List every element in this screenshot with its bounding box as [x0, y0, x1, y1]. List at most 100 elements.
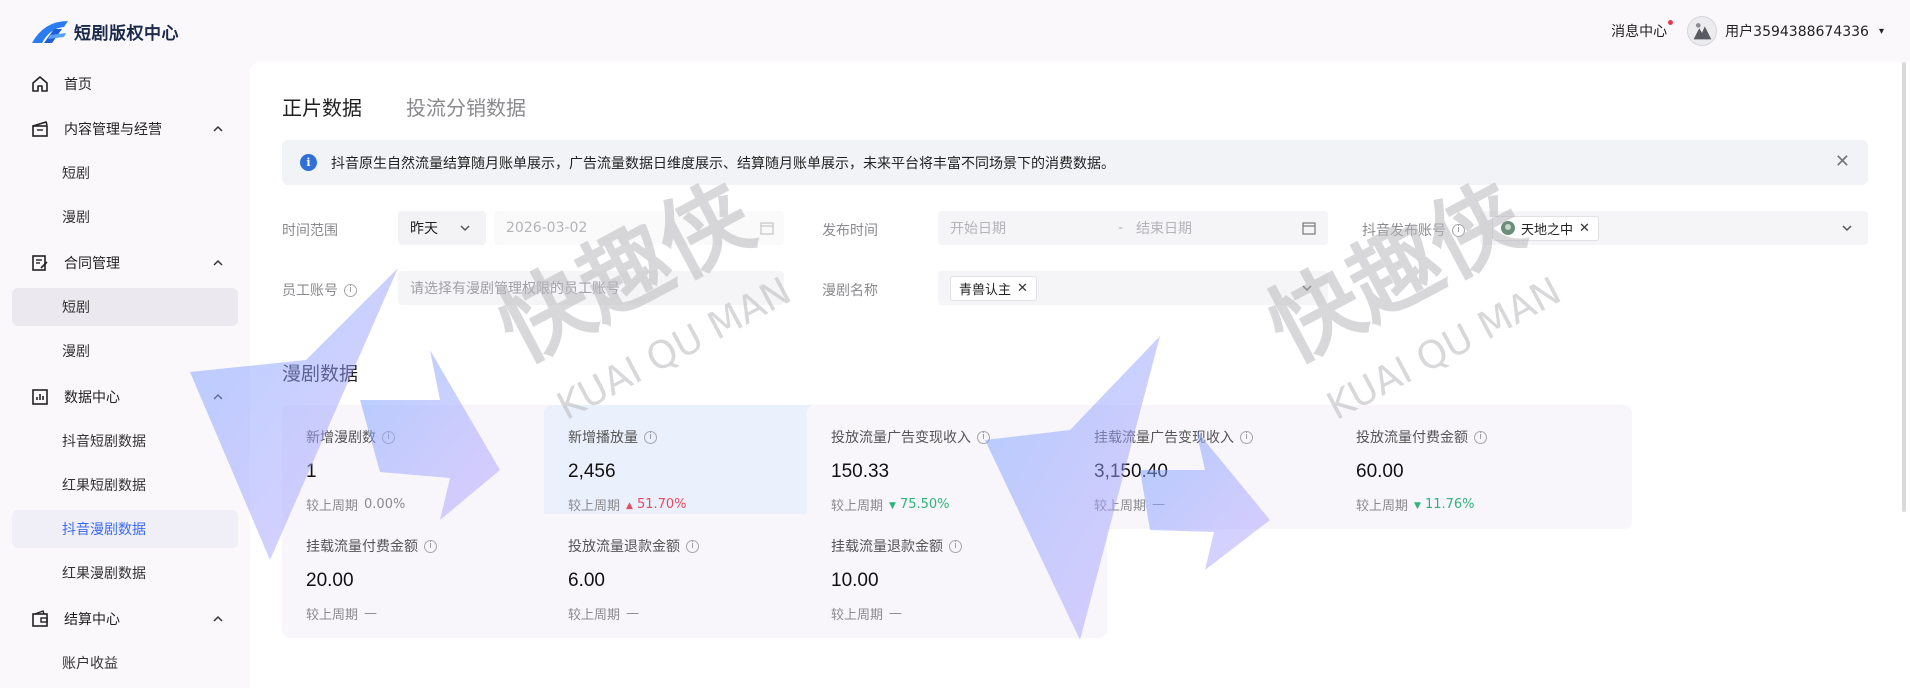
metric-value: 3,150.40 [1094, 461, 1168, 482]
sidebar-item-hongguo-comic-data[interactable]: 红果漫剧数据 [12, 554, 238, 592]
sidebar-item-content-short-drama[interactable]: 短剧 [12, 154, 238, 192]
account-tag-label: 天地之中 [1521, 222, 1574, 238]
clapperboard-icon [30, 119, 50, 139]
metric-value: 10.00 [831, 570, 879, 591]
account-avatar-icon [1501, 221, 1515, 235]
sidebar-group-label: 内容管理与经营 [64, 122, 162, 138]
metric-card: 挂载流量广告变现收入 i 3,150.40 较上周期 — [1070, 405, 1370, 529]
scrollbar[interactable] [1902, 62, 1906, 512]
metric-title: 挂载流量付费金额 i [306, 536, 582, 556]
metric-title: 投放流量广告变现收入 i [831, 427, 1107, 447]
sidebar-item-douyin-comic-data[interactable]: 抖音漫剧数据 [12, 510, 238, 548]
metric-comparison: 较上周期 — [306, 606, 378, 623]
bar-chart-icon [30, 387, 50, 407]
metric-card: 新增播放量 i 2,456 较上周期 ▲ 51.70% [544, 405, 844, 529]
drama-name-label: 漫剧名称 [822, 283, 878, 299]
date-separator: - [1118, 220, 1124, 236]
help-icon[interactable]: i [949, 539, 962, 553]
help-icon[interactable]: i [382, 430, 395, 444]
metric-value: 20.00 [306, 570, 354, 591]
sidebar-group-content[interactable]: 内容管理与经营 [12, 110, 238, 148]
metric-card: 挂载流量退款金额 i 10.00 较上周期 — [807, 514, 1107, 638]
date-picker[interactable]: 2026-03-02 [494, 211, 784, 245]
message-center-link[interactable]: 消息中心 [1611, 20, 1674, 41]
metric-comparison: 较上周期 — [1094, 497, 1166, 514]
sidebar-item-contract-short-drama[interactable]: 短剧 [12, 288, 238, 326]
metric-title: 新增漫剧数 i [306, 427, 582, 447]
trend-down-icon: ▼ [889, 501, 896, 511]
remove-tag-icon[interactable]: ✕ [1579, 221, 1590, 236]
metric-title: 挂载流量退款金额 i [831, 536, 1107, 556]
douyin-account-select[interactable]: 天地之中 ✕ [1480, 211, 1868, 245]
sidebar-item-home[interactable]: 首页 [12, 65, 238, 103]
tab-traffic-distribution-data[interactable]: 投流分销数据 [406, 92, 526, 129]
unread-dot [1668, 20, 1674, 25]
calendar-icon [1302, 222, 1316, 235]
help-icon[interactable]: i [1240, 430, 1253, 444]
sidebar-group-data-center[interactable]: 数据中心 [12, 378, 238, 416]
metric-change: — [889, 606, 903, 621]
close-icon[interactable]: ✕ [1835, 153, 1850, 171]
avatar [1687, 16, 1718, 46]
help-icon[interactable]: i [344, 283, 357, 297]
help-icon[interactable]: i [644, 430, 657, 444]
employee-account-select[interactable]: 请选择有漫剧管理权限的员工账号 [398, 271, 784, 305]
douyin-account-label: 抖音发布账号 i [1362, 220, 1465, 240]
tab-main-feature-data[interactable]: 正片数据 [282, 92, 362, 129]
trend-up-icon: ▲ [626, 501, 633, 511]
user-menu[interactable]: 用户3594388674336 ▾ [1687, 16, 1884, 46]
sidebar-group-settlement[interactable]: 结算中心 [12, 600, 238, 638]
help-icon[interactable]: i [424, 539, 437, 553]
chevron-down-icon [460, 225, 470, 232]
sidebar-group-label: 结算中心 [64, 612, 120, 628]
metric-value: 2,456 [568, 461, 616, 482]
metric-value: 1 [306, 461, 317, 482]
drama-name-select[interactable]: 青兽认主 ✕ [938, 271, 1328, 305]
sidebar-item-douyin-short-data[interactable]: 抖音短剧数据 [12, 422, 238, 460]
end-date-input[interactable]: 结束日期 [1136, 218, 1192, 238]
metric-card: 投放流量广告变现收入 i 150.33 较上周期 ▼ 75.50% [807, 405, 1107, 529]
sidebar-item-hongguo-short-data[interactable]: 红果短剧数据 [12, 466, 238, 504]
sidebar-group-contract[interactable]: 合同管理 [12, 244, 238, 282]
metric-change: ▼ 75.50% [889, 497, 950, 512]
metric-comparison: 较上周期 — [831, 606, 903, 623]
sidebar: 首页 内容管理与经营 短剧 漫剧 合同管理 短剧 漫剧 数据中心 抖音短剧数据 … [0, 62, 248, 688]
sidebar-item-content-comic-drama[interactable]: 漫剧 [12, 198, 238, 236]
drama-tag-label: 青兽认主 [959, 282, 1012, 298]
time-range-select[interactable]: 昨天 [398, 211, 486, 245]
help-icon[interactable]: i [1474, 430, 1487, 444]
metric-change: ▲ 51.70% [626, 497, 687, 512]
metric-comparison: 较上周期 ▲ 51.70% [568, 497, 687, 514]
help-icon[interactable]: i [686, 539, 699, 553]
chevron-down-icon [1302, 285, 1312, 292]
wallet-icon [30, 609, 50, 629]
help-icon[interactable]: i [977, 430, 990, 444]
metric-change: — [364, 606, 378, 621]
help-icon[interactable]: i [1452, 223, 1465, 237]
metric-comparison: 较上周期 ▼ 11.76% [1356, 497, 1475, 514]
metric-title: 新增播放量 i [568, 427, 844, 447]
sidebar-item-contract-comic-drama[interactable]: 漫剧 [12, 332, 238, 370]
metric-title: 挂载流量广告变现收入 i [1094, 427, 1370, 447]
sidebar-item-account-income[interactable]: 账户收益 [12, 644, 238, 682]
sidebar-group-label: 合同管理 [64, 256, 120, 272]
publish-time-label: 发布时间 [822, 223, 878, 239]
chevron-up-icon [213, 125, 223, 132]
account-tag: 天地之中 ✕ [1492, 215, 1599, 241]
app-logo[interactable]: 短剧版权中心 [30, 17, 179, 45]
metric-value: 6.00 [568, 570, 605, 591]
metric-value: 60.00 [1356, 461, 1404, 482]
remove-tag-icon[interactable]: ✕ [1017, 281, 1028, 296]
metric-change: — [626, 606, 640, 621]
start-date-input[interactable]: 开始日期 [950, 218, 1006, 238]
main-content: 正片数据 投流分销数据 i 抖音原生自然流量结算随月账单展示，广告流量数据日维度… [250, 62, 1910, 688]
time-range-value: 昨天 [410, 221, 438, 237]
section-title: 漫剧数据 [282, 363, 359, 385]
drama-tag: 青兽认主 ✕ [950, 275, 1037, 301]
contract-icon [30, 253, 50, 273]
publish-date-range-picker[interactable]: 开始日期 - 结束日期 [938, 211, 1328, 245]
chevron-down-icon [1842, 225, 1852, 232]
date-value: 2026-03-02 [506, 220, 588, 236]
top-header: 短剧版权中心 消息中心 用户3594388674336 ▾ [0, 0, 1910, 62]
metric-card: 投放流量退款金额 i 6.00 较上周期 — [544, 514, 844, 638]
